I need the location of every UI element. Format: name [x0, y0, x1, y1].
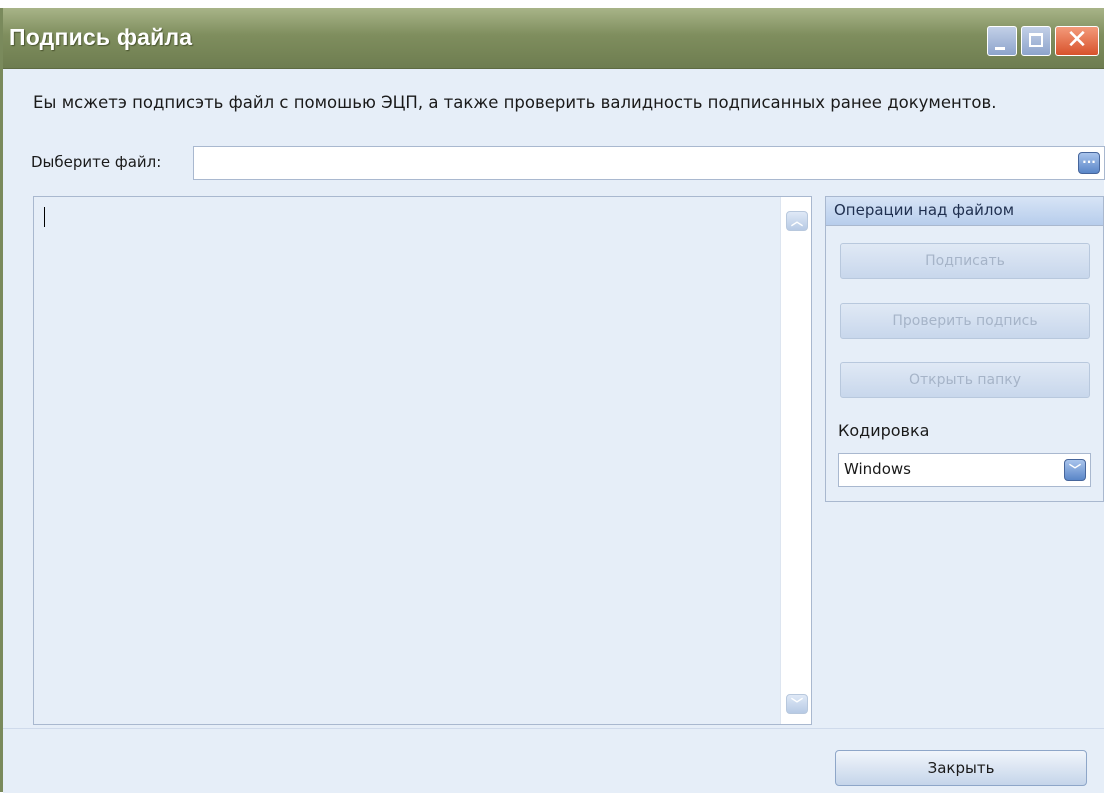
encoding-select[interactable]: Windows ﹀ — [838, 453, 1091, 487]
file-operations-title: Операции над файлом — [826, 197, 1103, 226]
scroll-down-button[interactable]: ﹀ — [786, 694, 808, 714]
sign-file-window: Подпись файла ✕ Еы мсжетэ подписэть файл… — [0, 8, 1105, 793]
chevron-down-icon: ﹀ — [790, 697, 803, 711]
scroll-up-button[interactable]: ︿ — [786, 211, 808, 231]
title-bar[interactable]: Подпись файла ✕ — [3, 8, 1104, 69]
maximize-icon — [1029, 33, 1043, 47]
window-title: Подпись файла — [9, 24, 193, 50]
close-window-button[interactable]: ✕ — [1055, 25, 1099, 56]
close-icon: ✕ — [1066, 25, 1088, 55]
browse-button[interactable]: ... — [1078, 152, 1100, 174]
close-button[interactable]: Закрыть — [835, 750, 1087, 786]
sign-button[interactable]: Подписать — [840, 243, 1090, 279]
maximize-button[interactable] — [1021, 26, 1051, 56]
vertical-scrollbar[interactable]: ︿ ﹀ — [780, 197, 811, 724]
encoding-value: Windows — [844, 460, 911, 478]
file-operations-panel: Операции над файлом Подписать Проверить … — [825, 196, 1104, 502]
file-label: Dыберите файл: — [31, 153, 162, 171]
chevron-down-icon[interactable]: ﹀ — [1064, 459, 1086, 481]
minimize-icon — [995, 47, 1005, 50]
text-caret — [44, 207, 45, 227]
chevron-up-icon: ︿ — [790, 214, 803, 228]
ellipsis-icon: ... — [1082, 152, 1096, 166]
verify-signature-button[interactable]: Проверить подпись — [840, 303, 1090, 339]
minimize-button[interactable] — [987, 26, 1017, 56]
file-content-area[interactable]: ︿ ﹀ — [33, 196, 812, 725]
description-text: Еы мсжетэ подписэть файл с помошью ЭЦП, … — [33, 93, 997, 112]
file-path-field[interactable]: ... — [193, 146, 1105, 180]
encoding-label: Кодировка — [838, 421, 930, 440]
file-path-input[interactable] — [198, 148, 1062, 180]
open-folder-button[interactable]: Открыть папку — [840, 362, 1090, 398]
